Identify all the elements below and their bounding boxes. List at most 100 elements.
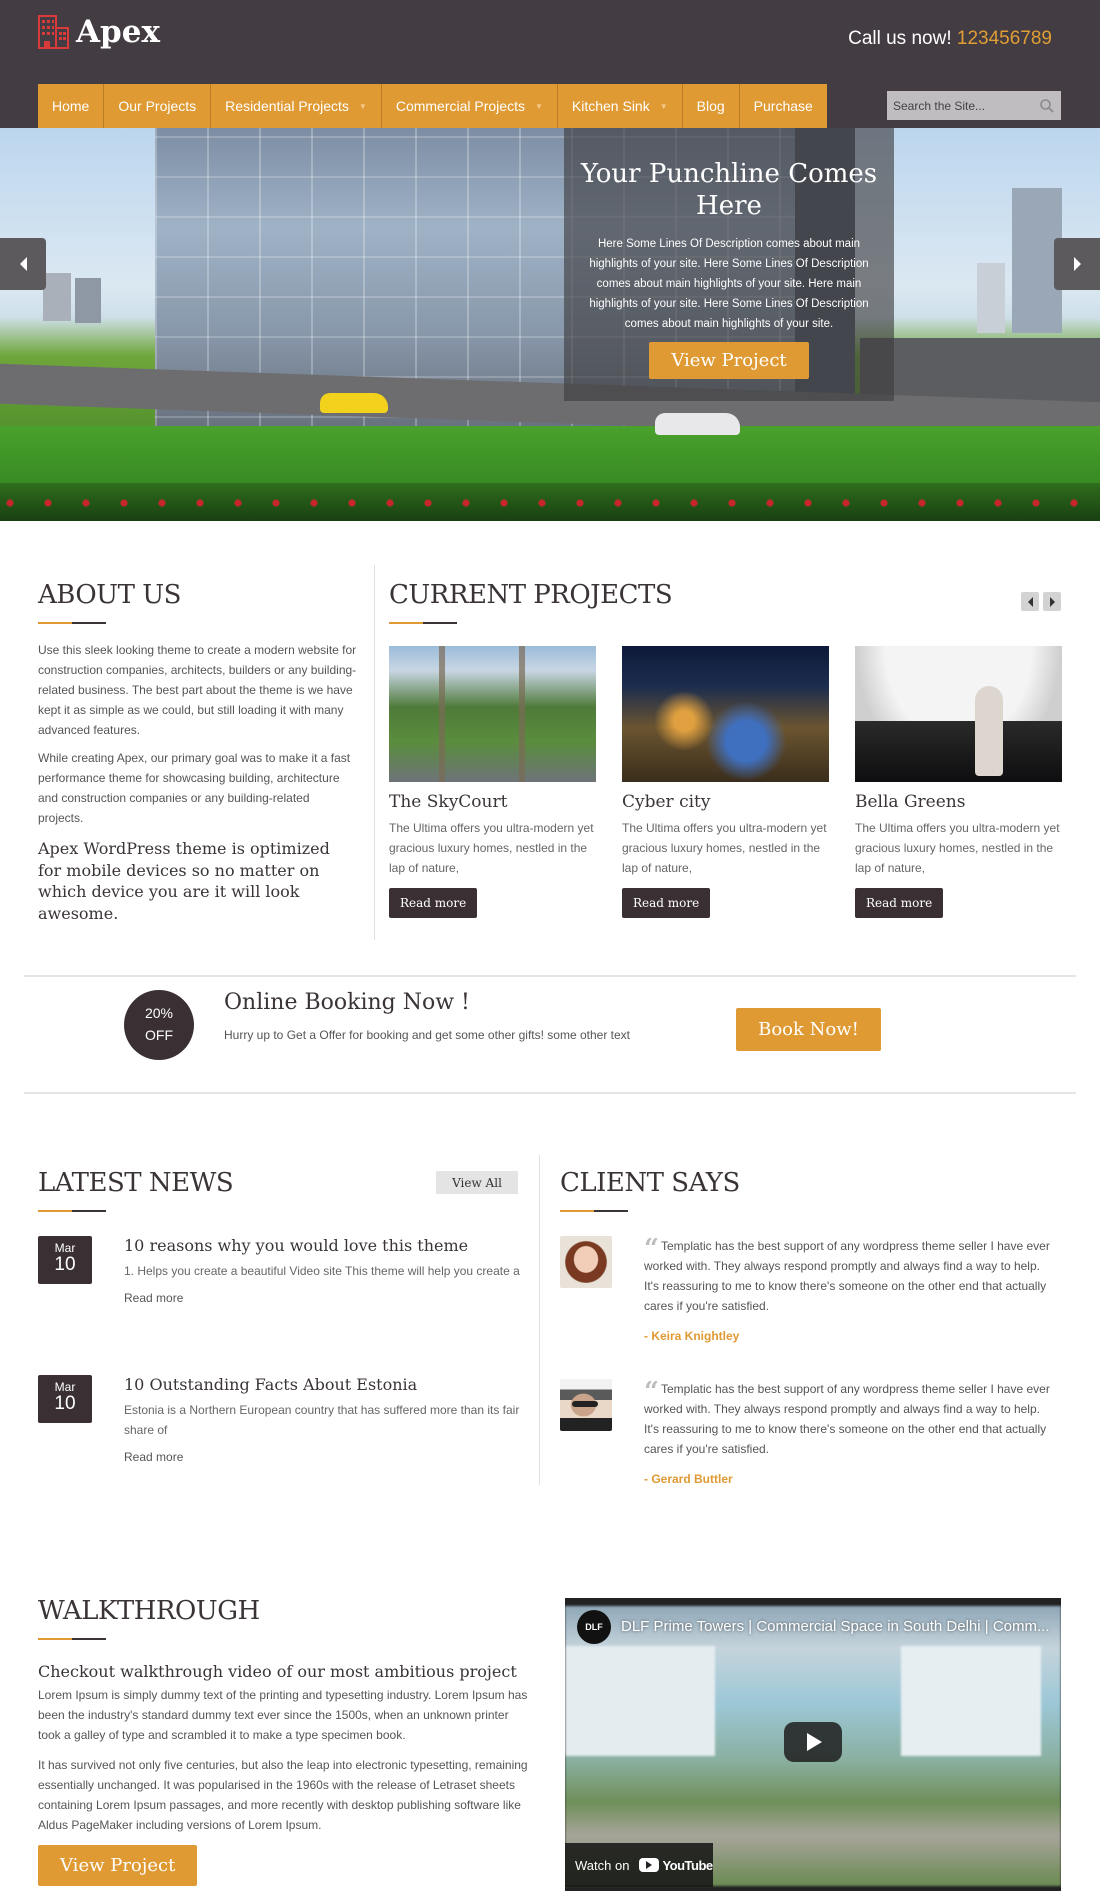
client-name: - Gerard Buttler (644, 1472, 733, 1486)
call-us: Call us now! 123456789 (848, 28, 1052, 50)
project-image[interactable] (389, 646, 596, 782)
project-image[interactable] (855, 646, 1062, 782)
slider-next-button[interactable] (1054, 238, 1100, 290)
section-divider (24, 975, 1076, 977)
play-button[interactable] (784, 1722, 842, 1762)
project-name[interactable]: Cyber city (622, 792, 829, 812)
read-more-link[interactable]: Read more (124, 1291, 524, 1305)
booking-title: Online Booking Now ! (224, 990, 470, 1015)
news-excerpt: Estonia is a Northern European country t… (124, 1403, 520, 1437)
nav-label: Home (52, 98, 90, 114)
walkthrough-view-project-button[interactable]: View Project (38, 1845, 198, 1886)
title-underline (38, 1210, 106, 1212)
arrow-right-icon (1049, 596, 1055, 607)
walkthrough-section: WALKTHROUGH Checkout walkthrough video o… (38, 1596, 528, 1886)
search-input[interactable] (893, 98, 1033, 113)
hero-image-building (75, 278, 101, 323)
project-description: The Ultima offers you ultra-modern yet g… (855, 821, 1060, 875)
dropdown-caret-icon: ▼ (534, 101, 543, 111)
hero-caption: Your Punchline Comes Here Here Some Line… (564, 128, 894, 401)
about-highlight: Apex WordPress theme is optimized for mo… (38, 839, 330, 923)
testimonial-quote: “Templatic has the best support of any w… (644, 1236, 1054, 1346)
read-more-button[interactable]: Read more (855, 888, 944, 918)
news-title-link[interactable]: 10 Outstanding Facts About Estonia (124, 1375, 524, 1394)
nav-label: Blog (696, 98, 725, 114)
client-name: - Keira Knightley (644, 1329, 740, 1343)
hero-view-project-button[interactable]: View Project (649, 342, 809, 379)
project-card: Bella Greens The Ultima offers you ultra… (855, 646, 1062, 918)
logo[interactable]: Apex (38, 14, 160, 50)
client-avatar (560, 1236, 612, 1288)
nav-item-home[interactable]: Home (38, 84, 105, 128)
dropdown-caret-icon: ▼ (659, 101, 668, 111)
walkthrough-paragraph: It has survived not only five centuries,… (38, 1758, 528, 1832)
about-title: ABOUT US (38, 580, 181, 610)
view-all-button[interactable]: View All (436, 1171, 518, 1194)
news-body: 10 Outstanding Facts About Estonia Eston… (124, 1375, 524, 1464)
projects-title: CURRENT PROJECTS (389, 580, 673, 610)
news-section: LATEST NEWS View All Mar 10 10 reasons w… (38, 1168, 520, 1464)
read-more-button[interactable]: Read more (389, 888, 478, 918)
phone-number[interactable]: 123456789 (957, 28, 1052, 49)
hero-description: Here Some Lines Of Description comes abo… (589, 238, 869, 330)
title-underline (389, 622, 457, 624)
video-title[interactable]: DLF Prime Towers | Commercial Space in S… (621, 1618, 1049, 1635)
arrow-left-icon (19, 257, 27, 271)
nav-item-commercial-projects[interactable]: Commercial Projects ▼ (382, 84, 558, 128)
call-us-label: Call us now! (848, 28, 952, 49)
read-more-link[interactable]: Read more (124, 1450, 524, 1464)
slider-prev-button[interactable] (0, 238, 46, 290)
watch-on-label: Watch on (575, 1857, 630, 1873)
hero-image-car (655, 413, 740, 435)
date-day: 10 (54, 1393, 76, 1414)
about-paragraph: Use this sleek looking theme to create a… (38, 643, 357, 737)
section-divider (24, 1092, 1076, 1094)
watch-on-youtube-button[interactable]: Watch on YouTube (565, 1843, 713, 1887)
projects-prev-button[interactable] (1021, 592, 1039, 611)
project-name[interactable]: Bella Greens (855, 792, 1062, 812)
book-now-button[interactable]: Book Now! (736, 1008, 881, 1051)
nav-item-purchase[interactable]: Purchase (740, 84, 827, 128)
project-description: The Ultima offers you ultra-modern yet g… (389, 821, 594, 875)
projects-next-button[interactable] (1043, 592, 1061, 611)
walkthrough-title: WALKTHROUGH (38, 1596, 260, 1626)
nav-label: Commercial Projects (395, 98, 525, 114)
booking-subtitle: Hurry up to Get a Offer for booking and … (224, 1028, 630, 1042)
project-name[interactable]: The SkyCourt (389, 792, 596, 812)
youtube-play-icon (639, 1858, 660, 1872)
site-header: Apex Call us now! 123456789 Home Our Pro… (0, 0, 1100, 128)
project-card: The SkyCourt The Ultima offers you ultra… (389, 646, 596, 918)
projects-section: CURRENT PROJECTS The SkyCourt The Ultima… (389, 580, 1062, 918)
search-box (887, 91, 1061, 120)
testimonial-quote: “Templatic has the best support of any w… (644, 1379, 1054, 1489)
hero-image-building (43, 273, 71, 321)
title-underline (560, 1210, 628, 1212)
read-more-button[interactable]: Read more (622, 888, 711, 918)
news-title-link[interactable]: 10 reasons why you would love this theme (124, 1236, 524, 1255)
date-badge: Mar 10 (38, 1236, 92, 1284)
nav-item-residential-projects[interactable]: Residential Projects ▼ (211, 84, 382, 128)
nav-item-blog[interactable]: Blog (683, 84, 740, 128)
walkthrough-paragraph: Lorem Ipsum is simply dummy text of the … (38, 1688, 528, 1742)
project-image[interactable] (622, 646, 829, 782)
about-paragraph: While creating Apex, our primary goal wa… (38, 751, 351, 825)
video-embed[interactable]: DLF DLF Prime Towers | Commercial Space … (565, 1598, 1061, 1891)
column-divider (374, 565, 375, 940)
nav-label: Our Projects (118, 98, 197, 114)
date-month: Mar (54, 1380, 76, 1394)
nav-item-kitchen-sink[interactable]: Kitchen Sink ▼ (558, 84, 683, 128)
news-body: 10 reasons why you would love this theme… (124, 1236, 524, 1305)
project-card: Cyber city The Ultima offers you ultra-m… (622, 646, 829, 918)
hero-slider (0, 128, 1100, 521)
news-excerpt: 1. Helps you create a beautiful Video si… (124, 1264, 520, 1278)
about-section: ABOUT US Use this sleek looking theme to… (38, 580, 358, 924)
title-underline (38, 1638, 106, 1640)
channel-logo[interactable]: DLF (577, 1610, 611, 1644)
search-icon[interactable] (1039, 98, 1055, 114)
discount-badge: 20% OFF (124, 990, 194, 1060)
nav-item-our-projects[interactable]: Our Projects (104, 84, 212, 128)
hero-image-flowers (0, 483, 1100, 521)
discount-off: OFF (145, 1027, 173, 1043)
clients-section: CLIENT SAYS “Templatic has the best supp… (560, 1168, 1060, 1486)
walkthrough-subtitle: Checkout walkthrough video of our most a… (38, 1662, 517, 1681)
